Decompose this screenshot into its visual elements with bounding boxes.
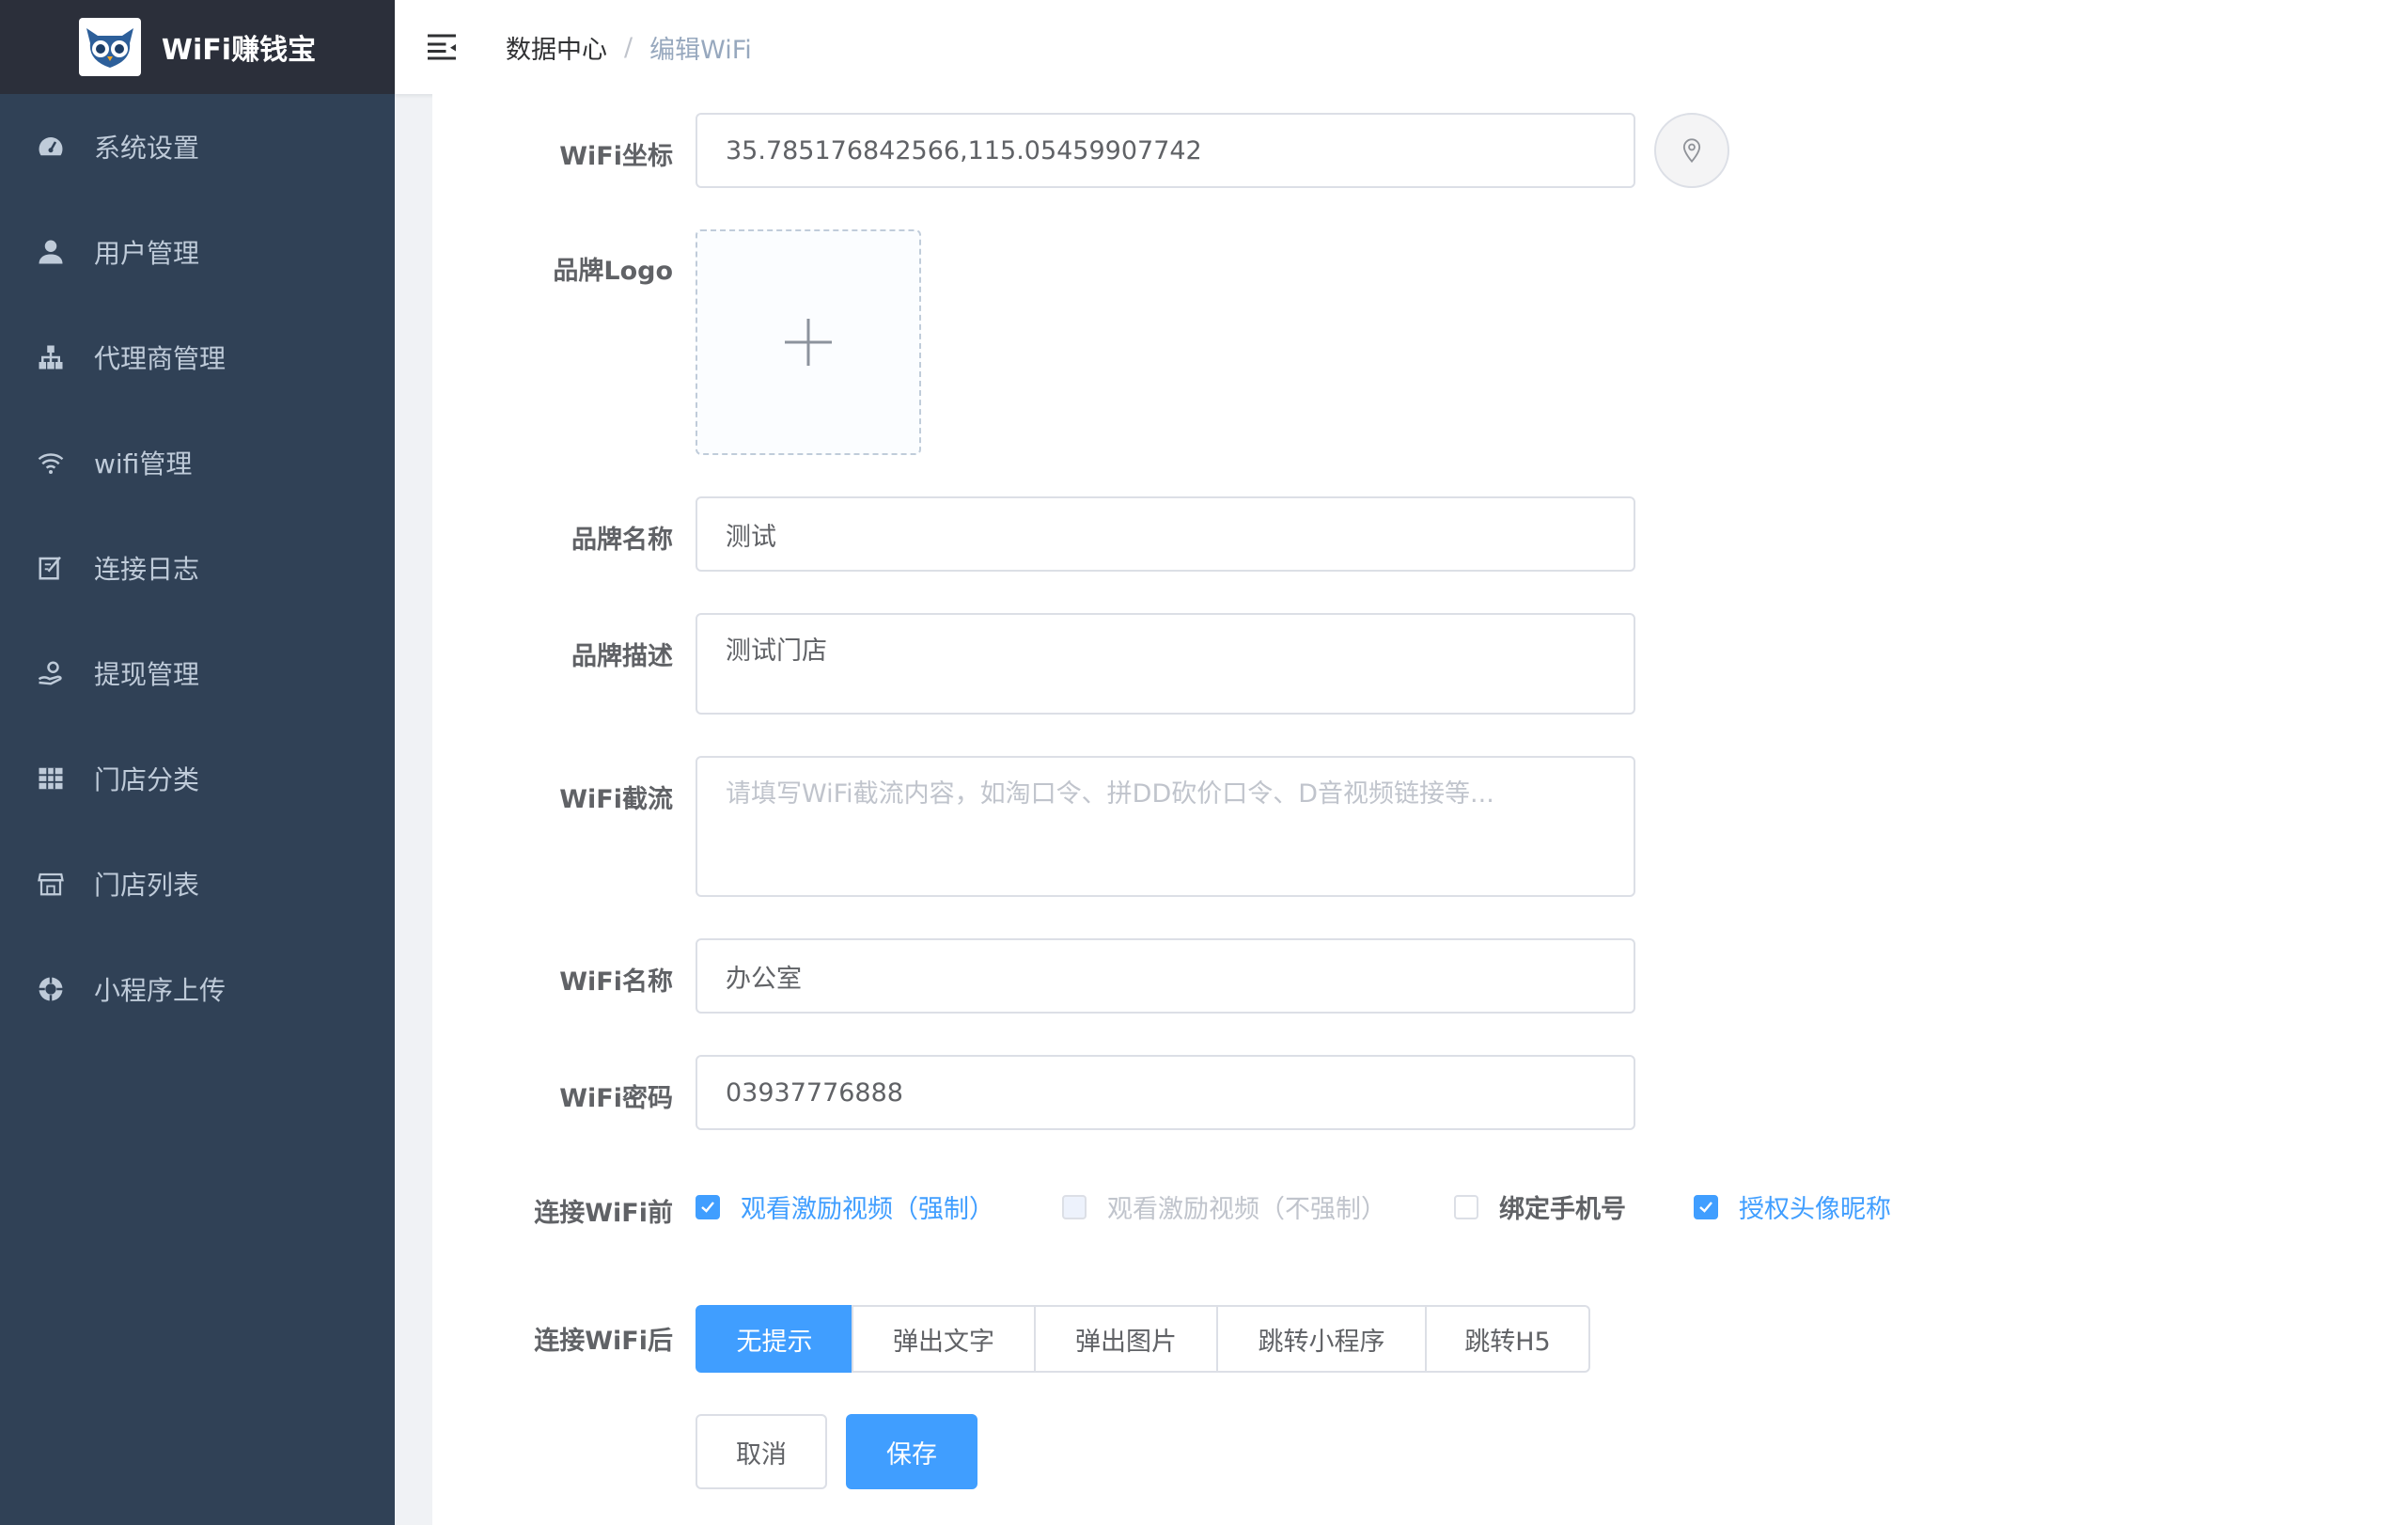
wifi-name-value: 办公室 (726, 964, 802, 994)
sidebar-item-store-list[interactable]: 门店列表 (0, 831, 395, 936)
brand-desc-textarea[interactable]: 测试门店 (696, 613, 1635, 715)
checkbox-label: 绑定手机号 (1499, 1195, 1626, 1224)
brand-name-label: 品牌名称 (571, 526, 673, 555)
sidebar-item-label: 系统设置 (94, 133, 200, 164)
checkbox-unchecked-icon[interactable] (1454, 1194, 1478, 1219)
form-row-actions: 取消 保存 (432, 1414, 2408, 1489)
shop-icon (36, 869, 66, 899)
wifi-intercept-textarea[interactable]: 请填写WiFi截流内容，如淘口令、拼DD砍价口令、D音视频链接等... (696, 756, 1635, 897)
checkbox-optional-video: 观看激励视频（不强制） (1062, 1188, 1386, 1225)
sidebar-item-agent-management[interactable]: 代理商管理 (0, 305, 395, 410)
app-title: WiFi赚钱宝 (161, 34, 317, 67)
edit-icon (36, 553, 66, 583)
sidebar-item-label: wifi管理 (94, 448, 193, 480)
form-row-logo: 品牌Logo (432, 229, 2408, 455)
wifi-intercept-placeholder: 请填写WiFi截流内容，如淘口令、拼DD砍价口令、D音视频链接等... (726, 779, 1494, 809)
coords-input[interactable]: 35.785176842566,115.05459907742 (696, 113, 1635, 188)
coords-value: 35.785176842566,115.05459907742 (726, 135, 1202, 165)
before-connect-checkbox-group: 观看激励视频（强制） 观看激励视频（不强制） 绑定手机号 授权头像昵称 (696, 1188, 1959, 1225)
before-connect-label: 连接WiFi前 (534, 1199, 673, 1228)
checkbox-bind-phone[interactable]: 绑定手机号 (1454, 1188, 1626, 1225)
sidebar-item-withdrawal[interactable]: 提现管理 (0, 621, 395, 726)
wifi-password-input[interactable]: 03937776888 (696, 1055, 1635, 1130)
sidebar-item-wifi-management[interactable]: wifi管理 (0, 410, 395, 515)
form-row-after-connect: 连接WiFi后 无提示 弹出文字 弹出图片 跳转小程序 跳转H5 (432, 1305, 2408, 1373)
form-row-before-connect: 连接WiFi前 观看激励视频（强制） 观看激励视频（不强制） 绑定手机号 授权头… (432, 1171, 2408, 1247)
brand-name-value: 测试 (726, 522, 776, 552)
location-pin-icon (1682, 138, 1701, 164)
radio-jump-miniprogram[interactable]: 跳转小程序 (1216, 1305, 1427, 1373)
checkbox-checked-icon[interactable] (1694, 1194, 1718, 1219)
sidebar: WiFi赚钱宝 系统设置 用户管理 代理商管理 wifi管理 连接日志 提现管理… (0, 0, 395, 1525)
checkbox-label: 观看激励视频（不强制） (1107, 1195, 1386, 1224)
sidebar-item-label: 小程序上传 (94, 975, 227, 1006)
checkbox-disabled-icon (1062, 1194, 1087, 1219)
form-row-coords: WiFi坐标 35.785176842566,115.05459907742 (432, 113, 2408, 188)
sidebar-item-store-category[interactable]: 门店分类 (0, 726, 395, 831)
wifi-password-value: 03937776888 (726, 1077, 903, 1108)
sidebar-item-label: 门店列表 (94, 870, 200, 901)
checkbox-auth-avatar[interactable]: 授权头像昵称 (1694, 1188, 1891, 1225)
hand-money-icon (36, 658, 66, 688)
logo-label: 品牌Logo (553, 257, 673, 286)
radio-no-prompt[interactable]: 无提示 (696, 1305, 853, 1373)
checkbox-label: 观看激励视频（强制） (741, 1195, 994, 1224)
sidebar-item-system-settings[interactable]: 系统设置 (0, 94, 395, 199)
breadcrumb: 数据中心 / 编辑WiFi (506, 29, 752, 66)
form-row-brand-name: 品牌名称 测试 (432, 496, 2408, 572)
breadcrumb-item-data-center[interactable]: 数据中心 (506, 29, 607, 66)
sidebar-item-label: 代理商管理 (94, 343, 227, 374)
sidebar-item-user-management[interactable]: 用户管理 (0, 199, 395, 305)
sidebar-item-connection-log[interactable]: 连接日志 (0, 515, 395, 621)
brand-name-input[interactable]: 测试 (696, 496, 1635, 572)
brand-desc-value: 测试门店 (726, 637, 827, 666)
wifi-icon (36, 448, 66, 478)
brand-desc-label: 品牌描述 (571, 642, 673, 671)
dashboard-icon (36, 132, 66, 162)
lifebuoy-icon (36, 974, 66, 1004)
form-row-wifi-intercept: WiFi截流 请填写WiFi截流内容，如淘口令、拼DD砍价口令、D音视频链接等.… (432, 756, 2408, 897)
save-button[interactable]: 保存 (846, 1414, 977, 1489)
wifi-name-input[interactable]: 办公室 (696, 938, 1635, 1014)
radio-jump-h5[interactable]: 跳转H5 (1425, 1305, 1590, 1373)
sidebar-item-miniprogram-upload[interactable]: 小程序上传 (0, 936, 395, 1042)
sidebar-item-label: 提现管理 (94, 659, 200, 690)
after-connect-label: 连接WiFi后 (534, 1327, 673, 1356)
form-row-wifi-password: WiFi密码 03937776888 (432, 1055, 2408, 1130)
menu-fold-icon[interactable] (425, 30, 459, 64)
sidebar-item-label: 连接日志 (94, 554, 200, 585)
owl-logo-icon (78, 18, 141, 76)
logo-upload[interactable] (696, 229, 921, 455)
sidebar-item-label: 用户管理 (94, 238, 200, 269)
checkbox-forced-video[interactable]: 观看激励视频（强制） (696, 1188, 994, 1225)
checkbox-label: 授权头像昵称 (1739, 1195, 1891, 1224)
radio-popup-text[interactable]: 弹出文字 (852, 1305, 1036, 1373)
table-icon (36, 763, 66, 794)
breadcrumb-separator: / (624, 32, 633, 62)
wifi-intercept-label: WiFi截流 (559, 785, 673, 814)
wifi-name-label: WiFi名称 (559, 967, 673, 997)
tree-icon (36, 342, 66, 372)
wifi-password-label: WiFi密码 (559, 1084, 673, 1113)
sidebar-item-label: 门店分类 (94, 764, 200, 795)
plus-icon (785, 319, 832, 366)
logo-bar: WiFi赚钱宝 (0, 0, 395, 94)
breadcrumb-item-edit-wifi: 编辑WiFi (649, 35, 752, 65)
form-row-wifi-name: WiFi名称 办公室 (432, 938, 2408, 1014)
locate-button[interactable] (1654, 113, 1729, 188)
after-connect-radio-group: 无提示 弹出文字 弹出图片 跳转小程序 跳转H5 (696, 1305, 1590, 1373)
top-header: 数据中心 / 编辑WiFi (395, 0, 2408, 94)
cancel-button[interactable]: 取消 (696, 1414, 827, 1489)
checkbox-checked-icon[interactable] (696, 1194, 720, 1219)
form-row-brand-desc: 品牌描述 测试门店 (432, 613, 2408, 715)
radio-popup-image[interactable]: 弹出图片 (1034, 1305, 1218, 1373)
main-content: WiFi坐标 35.785176842566,115.05459907742 品… (432, 94, 2408, 1525)
coords-label: WiFi坐标 (559, 142, 673, 171)
user-icon (36, 237, 66, 267)
